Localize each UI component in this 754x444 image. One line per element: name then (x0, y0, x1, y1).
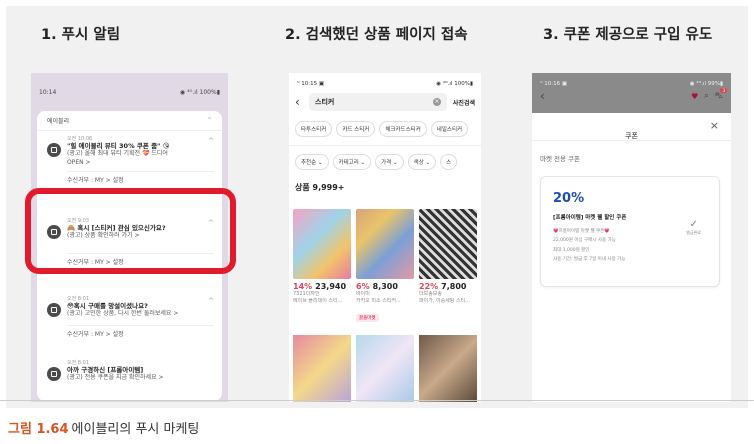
section-title: 마켓 전용 쿠폰 (540, 155, 581, 163)
coupon-line: 💗프롬아이템 마켓 웰 쿠폰💗 (553, 229, 610, 234)
coupon-discount: 20% (553, 191, 585, 206)
chip[interactable]: 카드 스티커 (336, 121, 376, 137)
notification-time: 오전 8:01 (67, 296, 90, 302)
search-results-screen: ᵁ 10:15 ▣ ◉ ⁴ᴳ.ıl 100%▮ ‹ 스티커 × 사진검색 타투스… (289, 73, 481, 402)
chevron-up-icon[interactable]: ^ (208, 137, 214, 145)
clear-icon[interactable]: × (432, 98, 441, 106)
notification-item[interactable]: 오전 8:01 😳혹시 구매를 망설이셨나요? (광고) 고민한 상품, 다시 … (37, 291, 222, 353)
back-arrow-icon[interactable]: ‹ (540, 89, 545, 103)
app-icon (47, 367, 61, 381)
caption-text: 에이블리의 푸시 마케팅 (71, 422, 200, 437)
cart-badge: 3 (720, 88, 727, 93)
unsubscribe-text[interactable]: 수신거부 : MY > 설정 (67, 170, 214, 184)
status-icons: ◉ ⁴ᴳ.ıl 100%▮ (179, 89, 220, 96)
product-desc: 파이가, 이중세팅 스티... (419, 297, 470, 304)
product-card[interactable]: 14% 23,940 7321디자인 에이브 플리데이 스티... (293, 209, 351, 304)
coupon-card[interactable]: 20% [프롬아이템] 마켓 웰 할인 쿠폰 💗프롬아이템 마켓 웰 쿠폰💗 2… (540, 176, 720, 287)
dimmed-header: ᵁ 10:16 ▣ ◉ ⁴ᴳ.ıl 99%▮ ‹ ♥ ⌕ ⛍ 3 (532, 73, 731, 113)
filter-category[interactable]: 카테고리 ⌄ (332, 154, 372, 170)
coupon-period: 사용 기간: 발급 후 7일 이내 사용 가능 (553, 257, 626, 263)
discount: 22% (419, 282, 439, 291)
price: 23,940 (315, 282, 347, 291)
unsubscribe-text[interactable]: 수신거부 : MY > 설정 (67, 324, 214, 338)
photo-search-button[interactable]: 사진검색 (453, 98, 475, 107)
coupon-max: 최대 1,000원 할인 (553, 247, 590, 253)
step1-heading: 1. 푸시 알림 (41, 27, 121, 43)
product-image (419, 209, 477, 279)
coupon-screen: ᵁ 10:16 ▣ ◉ ⁴ᴳ.ıl 99%▮ ‹ ♥ ⌕ ⛍ 3 쿠폰 × 마켓 … (532, 73, 731, 402)
keyword-chips: 타투스티커 카드 스티커 체크카드스티커 네일스티커 (289, 111, 481, 137)
status-time: ᵁ 10:16 ▣ (540, 81, 568, 87)
status-time: 10:14 (39, 89, 57, 96)
price: 8,300 (372, 282, 398, 291)
filter-price[interactable]: 가격 ⌄ (375, 154, 404, 170)
chip[interactable]: 네일스티커 (430, 121, 469, 137)
notification-desc: OPEN > (67, 158, 91, 166)
coupon-condition: 22,000원 이상 구매시 사용 가능 (553, 238, 616, 244)
chip[interactable]: 체크카드스티커 (379, 121, 427, 137)
filter-sort[interactable]: 추천순 ⌄ (295, 154, 329, 170)
search-query: 스티커 (315, 98, 335, 106)
coupon-name: [프롬아이템] 마켓 웰 할인 쿠폰 (553, 215, 627, 221)
notification-time: 오전 8:01 (67, 360, 90, 366)
notification-desc: (광고) 전용 쿠폰을 지금 확인하세요 > (67, 374, 164, 382)
notification-time: 오전 10:06 (67, 136, 93, 142)
chevron-up-icon[interactable]: ^ (208, 297, 214, 305)
price: 7,800 (441, 282, 467, 291)
result-count: 상품 9,999+ (295, 183, 345, 192)
caption-separator (0, 400, 754, 401)
cart-icon[interactable]: ⛍ 3 (715, 88, 727, 101)
heart-icon[interactable]: ♥ (691, 92, 698, 101)
status-bar: ᵁ 10:15 ▣ ◉ ⁴ᴳ.ıl 100%▮ (289, 73, 481, 87)
status-icons: ◉ ⁴ᴳ.ıl 100%▮ (436, 81, 473, 87)
status-icons: ◉ ⁴ᴳ.ıl 99%▮ (689, 81, 723, 87)
status-bar: 10:14 ◉ ⁴ᴳ.ıl 100%▮ (31, 73, 228, 98)
badge: 꿀플마켓 (356, 314, 379, 322)
check-icon: ✓ (689, 219, 698, 230)
product-desc: 에이브 플리데이 스티... (293, 297, 343, 304)
product-desc: 카카오 미소 스티커... (356, 297, 401, 304)
app-icon (47, 303, 61, 317)
app-name: 에이블리 (47, 118, 70, 125)
back-arrow-icon[interactable]: ‹ (295, 95, 309, 109)
product-image (356, 209, 414, 279)
coupon-status: 발급완료 (686, 230, 701, 235)
discount: 14% (293, 282, 313, 291)
step3-heading: 3. 쿠폰 제공으로 구입 유도 (543, 27, 713, 43)
discount: 6% (356, 282, 370, 291)
filter-color[interactable]: 색상 ⌄ (407, 154, 437, 170)
filter-row: 추천순 ⌄ 카테고리 ⌄ 가격 ⌄ 색상 ⌄ 스 (289, 146, 481, 170)
product-image (293, 209, 351, 279)
notification-item[interactable]: 오전 8:01 아까 구경하신 [프롬아이템] (광고) 전용 쿠폰을 지금 확… (37, 355, 222, 395)
status-time: ᵁ 10:15 ▣ (297, 81, 325, 87)
search-input[interactable]: 스티커 × (309, 93, 447, 111)
notification-desc: (광고) 고민한 상품, 다시 한번 둘러보세요 > (67, 310, 179, 318)
highlight-box (25, 188, 236, 274)
figure-number: 그림 1.64 (8, 422, 69, 437)
search-icon[interactable]: ⌕ (704, 91, 708, 101)
chip[interactable]: 타투스티커 (295, 121, 333, 137)
step2-heading: 2. 검색했던 상품 페이지 접속 (285, 27, 468, 43)
product-image[interactable] (293, 335, 351, 402)
collapse-icon[interactable]: ^ (207, 117, 212, 124)
close-icon[interactable]: × (710, 119, 719, 132)
sheet-title: 쿠폰 (625, 132, 638, 140)
notification-desc: (광고) 올해 최대 뷰티 기획전 💝 드디어 (67, 150, 168, 158)
product-image[interactable] (356, 335, 414, 402)
product-card[interactable]: 6% 8,300 바이미 카카오 미소 스티커... 꿀플마켓 (356, 209, 414, 323)
app-icon (47, 143, 61, 157)
product-card[interactable]: 22% 7,800 더보송보송 파이가, 이중세팅 스티... (419, 209, 477, 304)
figure-caption: 그림 1.64 에이블리의 푸시 마케팅 (8, 418, 199, 437)
product-image[interactable] (419, 335, 477, 402)
filter-more[interactable]: 스 (440, 154, 458, 170)
